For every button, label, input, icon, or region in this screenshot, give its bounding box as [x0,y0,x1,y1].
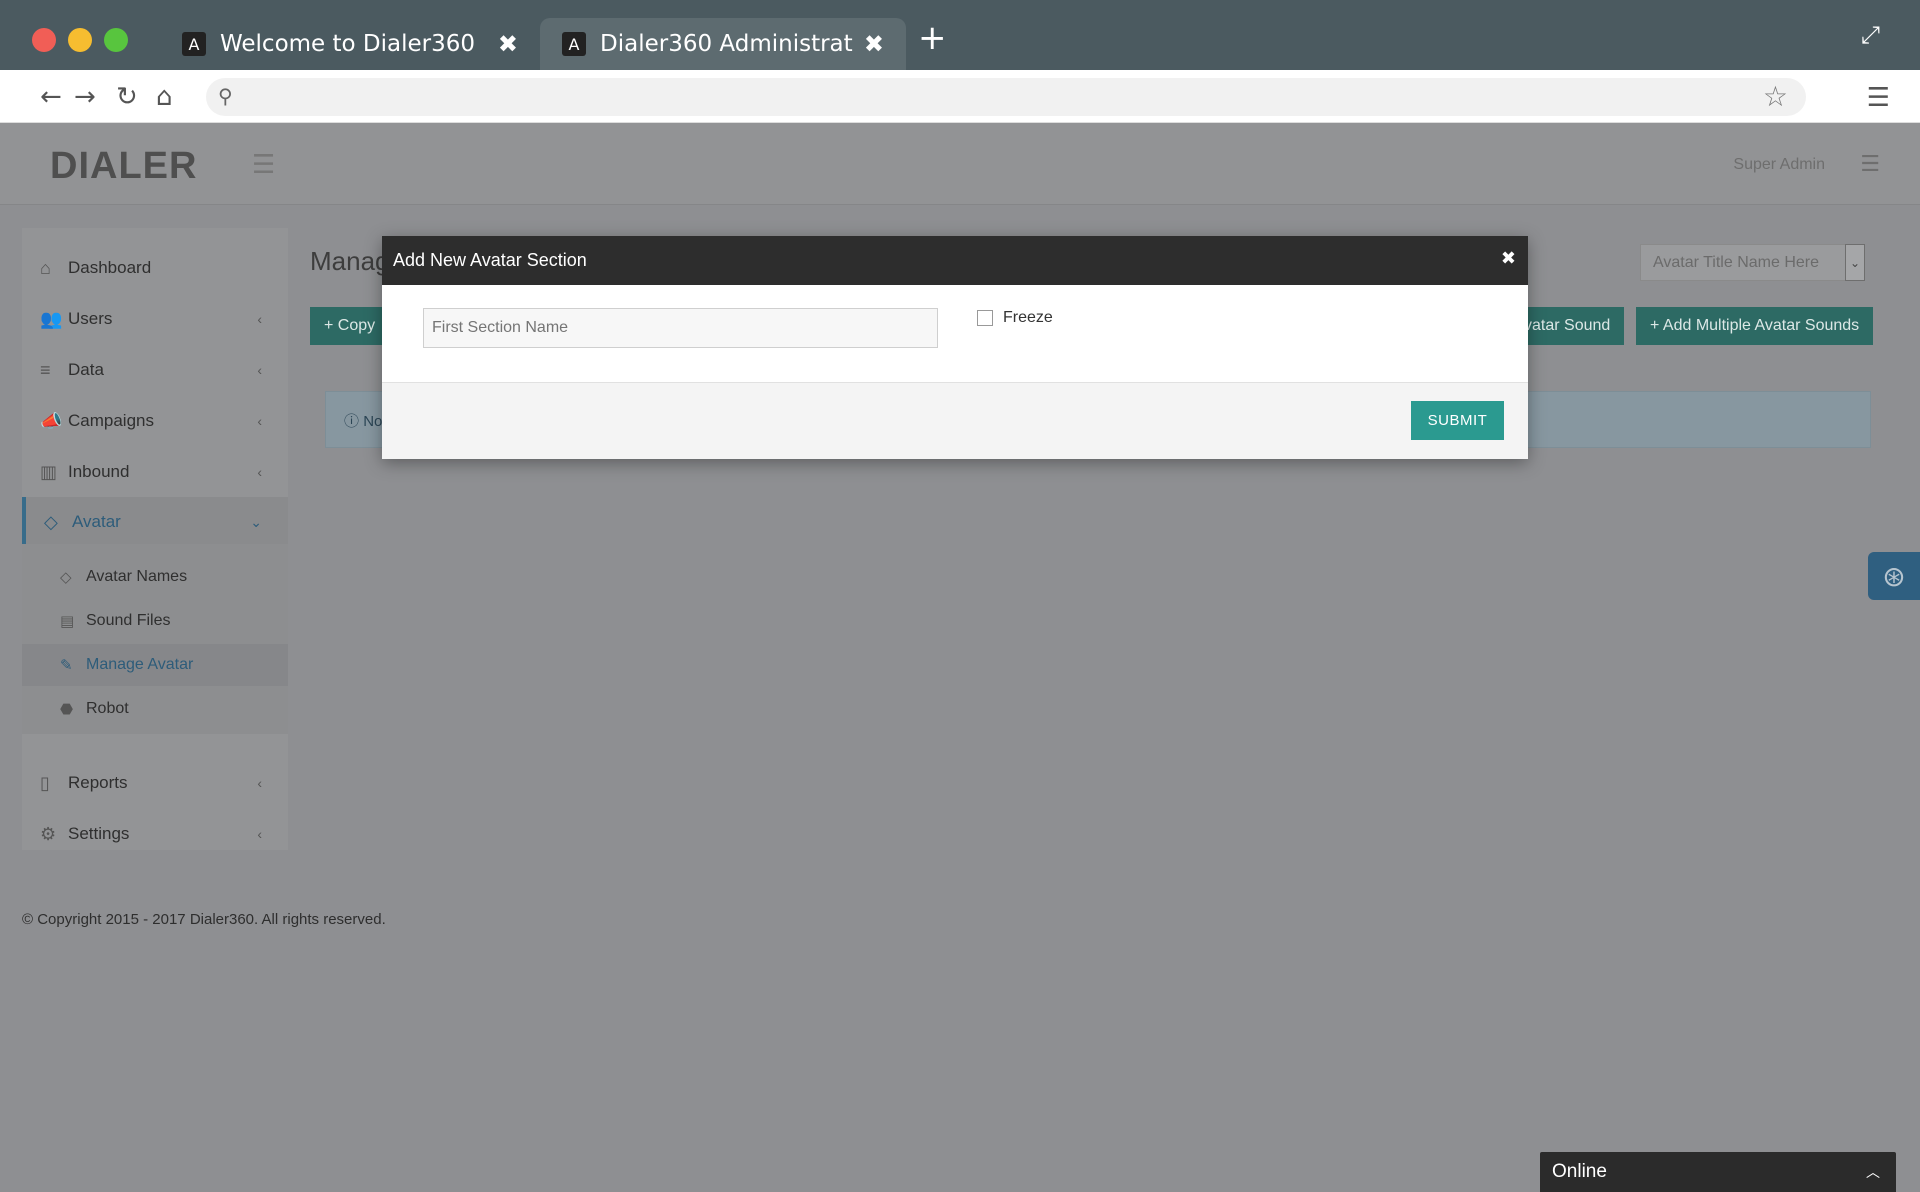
sidebar-toggle-icon[interactable]: ☰ [252,149,275,180]
modal-header: Add New Avatar Section ✖ [382,236,1528,285]
window-minimize-button[interactable] [68,28,92,52]
sidebar: ⌂ Dashboard 👥 Users ‹ ≡ Data ‹ 📣 Campaig… [22,228,288,850]
submenu-item-sound-files[interactable]: ▤ Sound Files [22,600,288,642]
sidebar-item-avatar[interactable]: ◇ Avatar ⌄ [22,497,288,547]
sidebar-item-label: Dashboard [68,258,152,277]
info-notice-label: No [363,413,383,430]
dialer-favicon-icon: A [182,32,206,56]
fullscreen-icon[interactable]: ⤢ [1861,22,1880,50]
bookmark-star-icon[interactable]: ☆ [1763,80,1788,113]
freeze-checkbox[interactable] [977,310,993,326]
chevron-left-icon: ‹ [257,464,262,480]
avatar-submenu: ◇ Avatar Names ▤ Sound Files ✎ Manage Av… [22,544,288,734]
sidebar-item-label: Settings [68,824,130,843]
footer-copyright: © Copyright 2015 - 2017 Dialer360. All r… [22,911,386,928]
modal-title: Add New Avatar Section [393,250,587,270]
freeze-checkbox-label[interactable]: Freeze [977,309,1053,327]
modal-footer: SUBMIT [382,383,1528,459]
browser-address-bar: ← → ↻ ⌂ ⚲ ☆ ☰ [0,70,1920,123]
tab-title: Dialer360 Administratio [600,31,854,57]
avatar-title-select-value: Avatar Title Name Here [1653,253,1819,271]
submenu-item-robot[interactable]: ⬣ Robot [22,688,288,730]
chevron-left-icon: ‹ [257,826,262,842]
chevron-left-icon: ‹ [257,311,262,327]
submenu-item-manage-avatar[interactable]: ✎ Manage Avatar [22,644,288,686]
home-icon[interactable]: ⌂ [156,82,173,112]
close-icon[interactable]: ✖ [1501,248,1516,269]
browser-tab-administration[interactable]: A Dialer360 Administratio ✖ [540,18,906,70]
user-name[interactable]: Super Admin [1733,156,1825,174]
android-icon: ⬣ [60,701,74,718]
tag-icon: ◇ [44,511,58,532]
sidebar-item-dashboard[interactable]: ⌂ Dashboard [22,243,288,293]
reload-icon[interactable]: ↻ [116,82,138,112]
chat-status-label: Online [1552,1161,1607,1182]
url-input[interactable]: ⚲ ☆ [206,78,1806,116]
tab-close-icon[interactable]: ✖ [498,30,518,58]
file-audio-icon: ▤ [60,613,75,630]
sidebar-item-label: Data [68,360,104,379]
sidebar-item-reports[interactable]: ▯ Reports ‹ [22,758,288,808]
submit-button[interactable]: SUBMIT [1411,401,1504,440]
copy-button[interactable]: + Copy [310,307,390,345]
sidebar-item-inbound[interactable]: ▥ Inbound ‹ [22,447,288,497]
sidebar-item-campaigns[interactable]: 📣 Campaigns ‹ [22,396,288,446]
database-icon: ≡ [40,359,51,380]
submenu-item-avatar-names[interactable]: ◇ Avatar Names [22,556,288,598]
users-icon: 👥 [40,308,63,329]
back-arrow-icon[interactable]: ← [40,82,62,112]
freeze-label: Freeze [1003,309,1053,326]
sidebar-item-label: Reports [68,773,128,792]
modal-body: Freeze [382,285,1528,383]
add-multiple-avatar-sounds-button[interactable]: + Add Multiple Avatar Sounds [1636,307,1874,345]
sidebar-item-settings[interactable]: ⚙ Settings ‹ [22,809,288,859]
forward-arrow-icon[interactable]: → [74,82,96,112]
browser-tab-bar: A Welcome to Dialer360 ✖ A Dialer360 Adm… [0,0,1920,70]
user-menu-icon[interactable]: ☰ [1860,151,1880,177]
dialer360-logo[interactable]: DIALER [50,145,197,188]
chevron-left-icon: ‹ [257,775,262,791]
tag-icon: ◇ [60,569,72,586]
chevron-down-icon: ⌄ [250,513,262,530]
avatar-title-select[interactable]: Avatar Title Name Here ⌄ [1640,244,1865,281]
dialer-favicon-icon: A [562,32,586,56]
info-notice-text: ⓘ No [344,410,382,431]
window-maximize-button[interactable] [104,28,128,52]
submenu-item-label: Sound Files [86,612,171,629]
search-icon: ⚲ [218,86,233,108]
chevron-down-icon[interactable]: ⌄ [1845,244,1865,281]
bar-chart-icon: ▥ [40,461,58,482]
browser-tab-welcome[interactable]: A Welcome to Dialer360 ✖ [160,18,540,70]
edit-icon: ✎ [60,657,73,674]
app-header: DIALER ☰ Super Admin ☰ [0,123,1920,205]
home-icon: ⌂ [40,257,51,278]
sidebar-item-label: Users [68,309,113,328]
chevron-left-icon: ‹ [257,413,262,429]
submenu-item-label: Manage Avatar [86,656,194,673]
file-code-icon: ▯ [40,772,50,793]
sidebar-item-data[interactable]: ≡ Data ‹ [22,345,288,395]
submenu-item-label: Robot [86,700,129,717]
chat-status-bar[interactable]: Online ︿ [1540,1152,1896,1192]
browser-menu-icon[interactable]: ☰ [1867,82,1890,113]
tab-close-icon[interactable]: ✖ [864,30,884,58]
add-avatar-section-modal: Add New Avatar Section ✖ Freeze SUBMIT [382,236,1528,459]
page-title: Manag [310,246,390,276]
support-lifebuoy-icon[interactable]: ⊛ [1868,552,1920,600]
sidebar-item-label: Campaigns [68,411,154,430]
tab-title: Welcome to Dialer360 [220,31,476,57]
gear-icon: ⚙ [40,823,57,844]
sidebar-item-users[interactable]: 👥 Users ‹ [22,294,288,344]
window-close-button[interactable] [32,28,56,52]
chevron-up-icon[interactable]: ︿ [1866,1162,1880,1182]
info-icon: ⓘ [344,413,360,430]
chevron-left-icon: ‹ [257,362,262,378]
sidebar-item-label: Avatar [72,512,121,531]
new-tab-button[interactable]: + [918,18,947,58]
first-section-name-input[interactable] [423,308,938,348]
sidebar-item-label: Inbound [68,462,130,481]
submenu-item-label: Avatar Names [86,568,188,585]
bullhorn-icon: 📣 [40,410,63,431]
